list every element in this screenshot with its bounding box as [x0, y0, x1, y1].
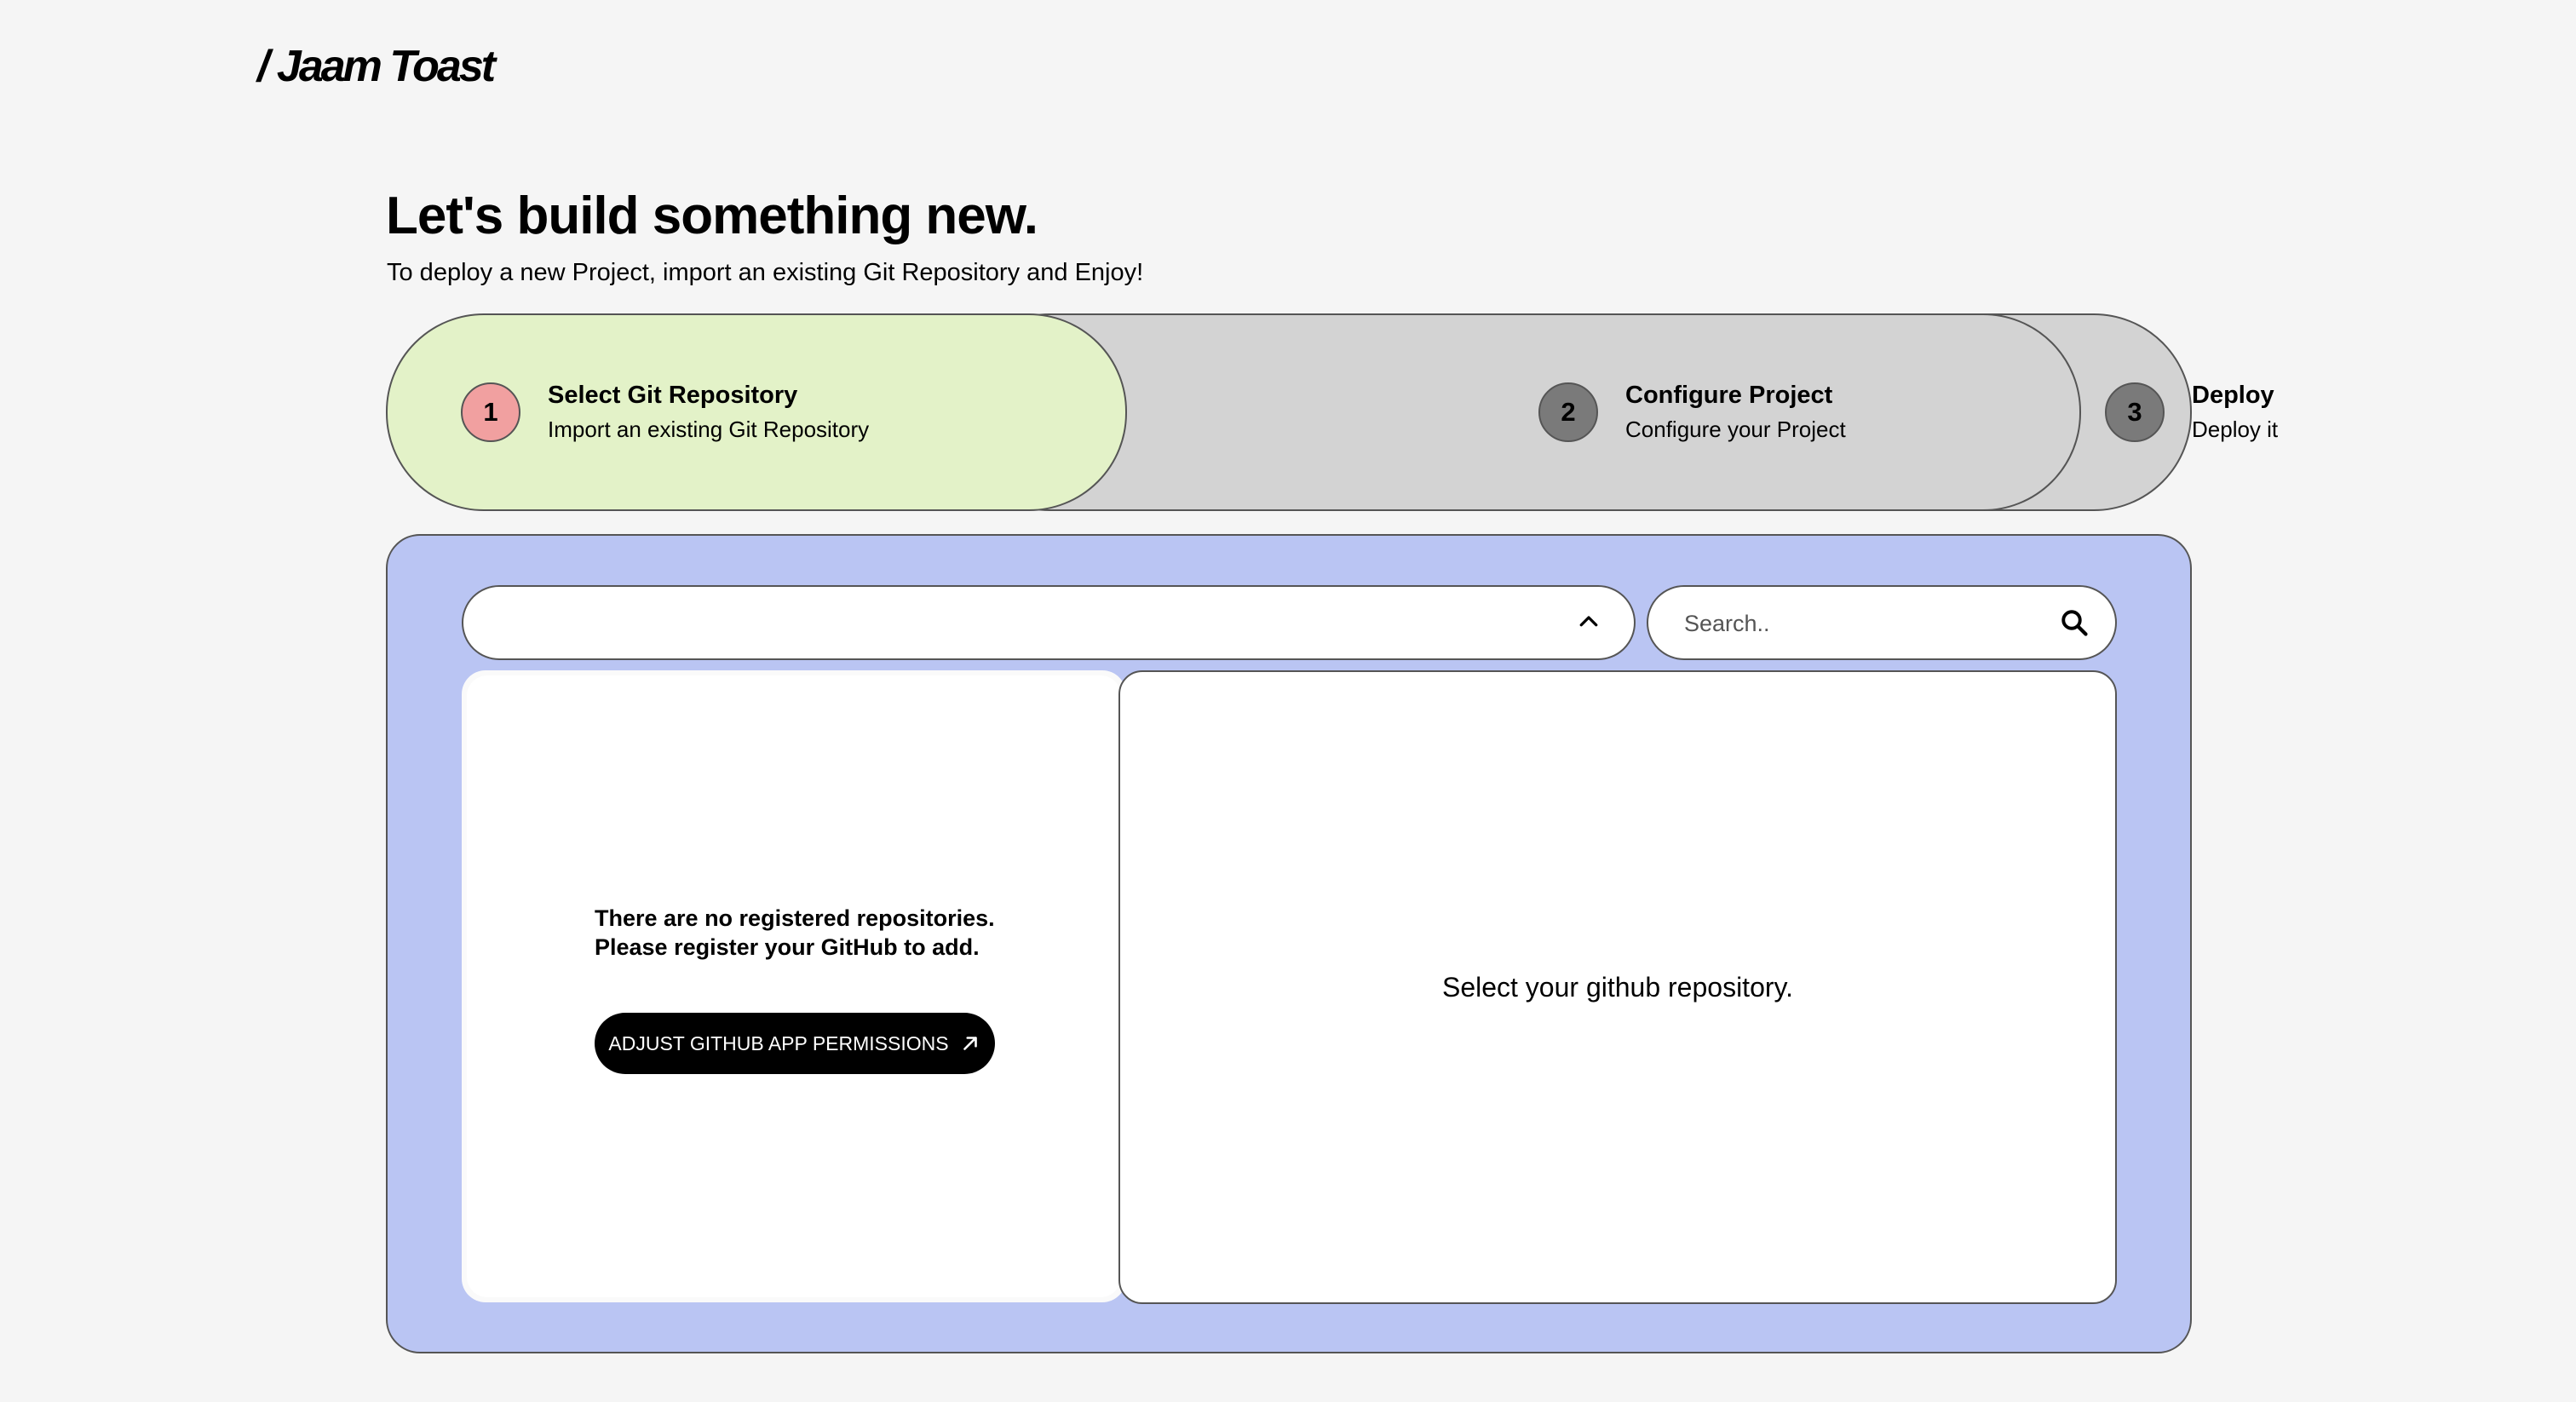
step-title: Configure Project: [1625, 382, 1833, 409]
repository-detail: Select your github repository.: [1118, 670, 2117, 1304]
repository-list: There are no registered repositories. Pl…: [462, 670, 1126, 1302]
repository-list-inner: There are no registered repositories. Pl…: [467, 675, 1121, 1297]
step-number-badge: 1: [461, 382, 520, 442]
step-description: Deploy it: [2192, 417, 2279, 442]
button-label: ADJUST GITHUB APP PERMISSIONS: [608, 1031, 949, 1054]
step-description: Configure your Project: [1625, 417, 1846, 442]
page-title: Let's build something new.: [386, 187, 1038, 245]
git-account-dropdown[interactable]: [462, 585, 1636, 660]
chevron-up-icon[interactable]: [1576, 609, 1601, 635]
brand-logo[interactable]: / Jaam Toast: [257, 41, 496, 92]
step-description: Import an existing Git Repository: [548, 417, 870, 442]
step-title: Select Git Repository: [548, 382, 798, 409]
arrow-up-right-icon: [963, 1037, 977, 1050]
step-select-git-repository: 1 Select Git Repository Import an existi…: [386, 313, 1127, 511]
stepper: 3 Deploy Deploy it 2 Configure Project C…: [386, 313, 2278, 511]
empty-message-line-1: There are no registered repositories.: [595, 905, 995, 931]
empty-message-line-2: Please register your GitHub to add.: [595, 934, 980, 960]
select-repository-message: Select your github repository.: [1441, 972, 1794, 1003]
adjust-github-permissions-button[interactable]: ADJUST GITHUB APP PERMISSIONS: [595, 1013, 995, 1074]
search-input[interactable]: [1682, 604, 2044, 643]
search-icon[interactable]: [2059, 607, 2090, 638]
page-subtitle: To deploy a new Project, import an exist…: [387, 259, 1144, 286]
step-number-badge: 3: [2105, 382, 2165, 442]
empty-repositories-message: There are no registered repositories. Pl…: [595, 904, 995, 962]
step-title: Deploy: [2192, 382, 2274, 409]
search-box[interactable]: [1647, 585, 2117, 660]
repository-panel: There are no registered repositories. Pl…: [386, 534, 2192, 1353]
step-number-badge: 2: [1538, 382, 1598, 442]
